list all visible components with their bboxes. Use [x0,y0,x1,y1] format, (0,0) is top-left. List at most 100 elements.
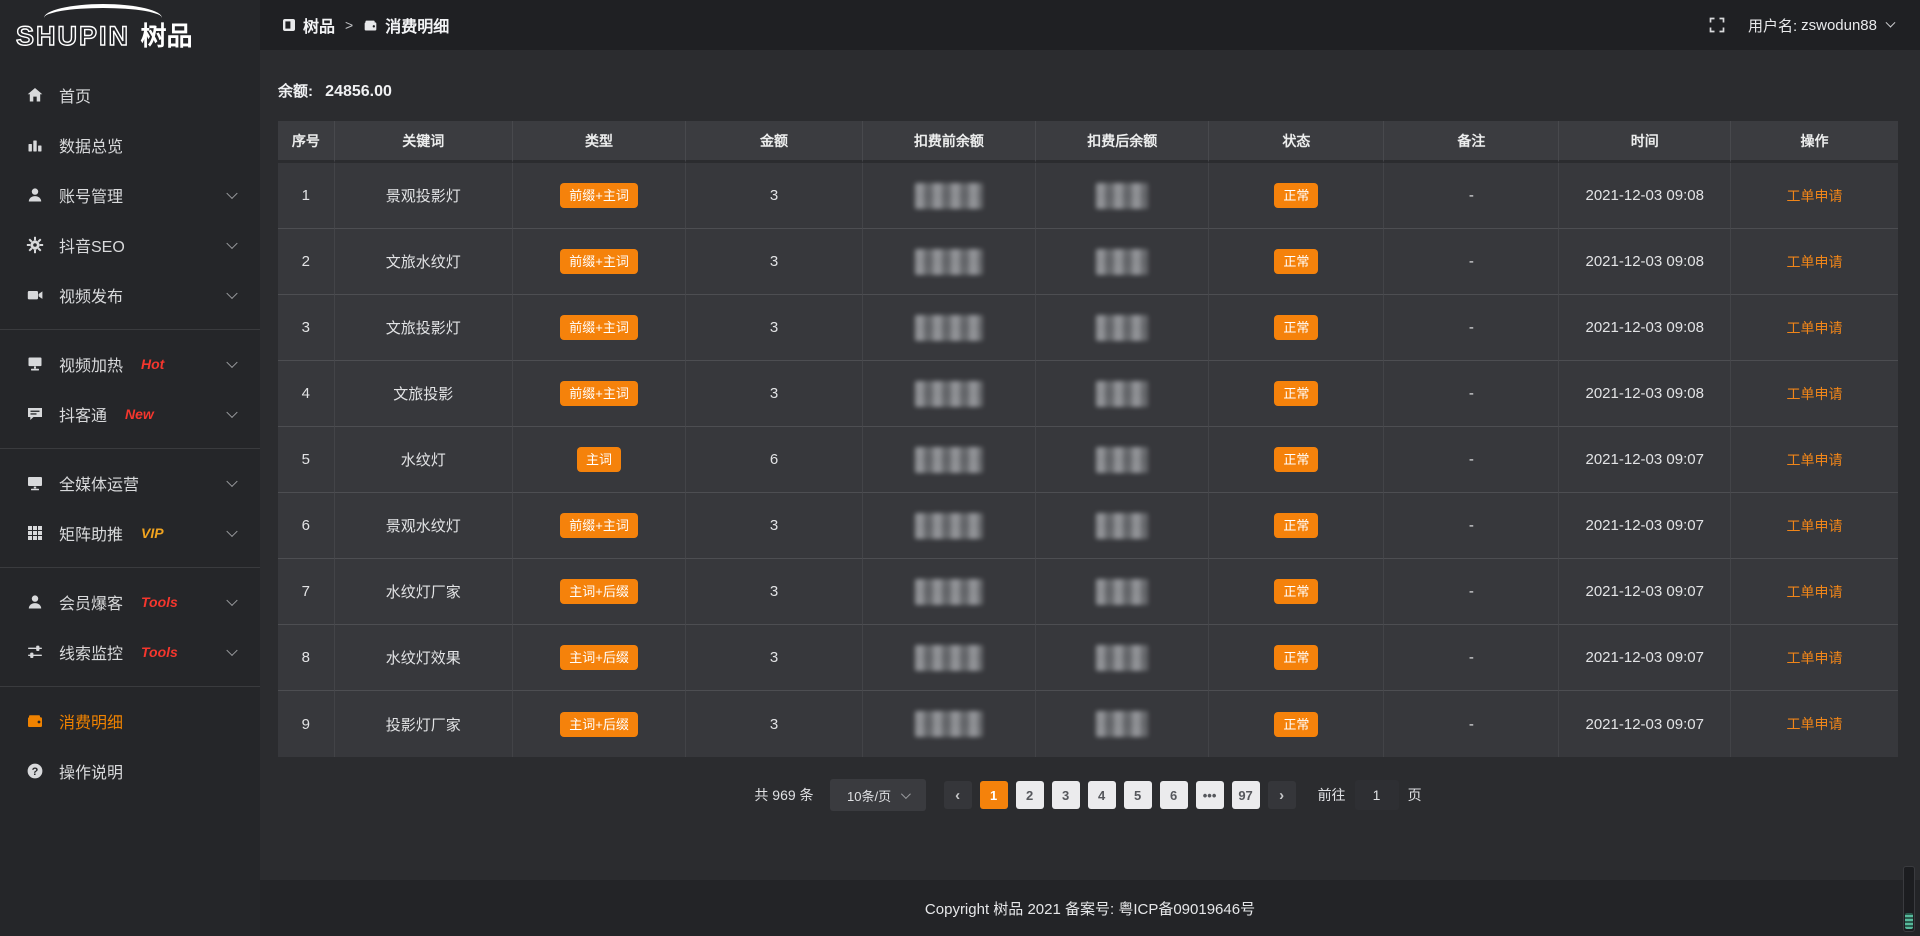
cell-amount: 6 [686,427,863,493]
next-page-button[interactable]: › [1268,781,1296,809]
breadcrumb-home[interactable]: 树品 [282,13,335,37]
ticket-request-link[interactable]: 工单申请 [1787,650,1843,666]
ticket-request-link[interactable]: 工单申请 [1787,320,1843,336]
sidebar-item-all-media[interactable]: 全媒体运营 [0,458,260,508]
page-button-1[interactable]: 1 [980,781,1008,809]
table-row: 7 水纹灯厂家 主词+后缀 3 正常 - 2021-12-03 09:07 工单… [278,559,1898,625]
cell-remark: - [1384,559,1559,625]
cell-balance-before [863,295,1036,361]
user-menu[interactable]: 用户名: zswodun88 [1748,15,1894,36]
cell-status: 正常 [1209,163,1384,229]
chevron-down-icon [226,645,237,656]
cell-keyword: 投影灯厂家 [335,691,513,757]
gear-icon [26,236,44,254]
redacted-value [1096,579,1148,605]
cell-keyword: 景观水纹灯 [335,493,513,559]
sidebar-item-matrix-boost[interactable]: 矩阵助推 VIP [0,508,260,558]
breadcrumb: 树品 > 消费明细 [282,13,449,37]
cell-balance-after [1036,559,1209,625]
ticket-request-link[interactable]: 工单申请 [1787,386,1843,402]
page-button-2[interactable]: 2 [1016,781,1044,809]
ticket-request-link[interactable]: 工单申请 [1787,716,1843,732]
sidebar-item-video-publish[interactable]: 视频发布 [0,270,260,320]
sidebar-item-instructions[interactable]: ? 操作说明 [0,746,260,796]
username-label: 用户名: [1748,15,1797,36]
status-badge: 正常 [1274,513,1318,538]
cell-time: 2021-12-03 09:07 [1559,493,1731,559]
cell-amount: 3 [686,691,863,757]
logo: SHUPIN 树品 [0,0,260,58]
sidebar-item-label: 会员爆客 [59,590,123,614]
col-header-keyword: 关键词 [335,121,513,163]
page-button-3[interactable]: 3 [1052,781,1080,809]
sidebar-item-home[interactable]: 首页 [0,70,260,120]
cell-time: 2021-12-03 09:07 [1559,559,1731,625]
cell-remark: - [1384,229,1559,295]
cell-status: 正常 [1209,625,1384,691]
cell-remark: - [1384,295,1559,361]
page-button-4[interactable]: 4 [1088,781,1116,809]
cell-action: 工单申请 [1731,295,1898,361]
redacted-value [1096,447,1148,473]
cell-type: 前缀+主词 [513,361,686,427]
col-header-status: 状态 [1209,121,1384,163]
scrollbar[interactable] [1903,866,1915,932]
fullscreen-icon[interactable] [1708,16,1726,34]
cell-action: 工单申请 [1731,361,1898,427]
type-badge: 主词 [577,447,621,472]
footer: Copyright 树品 2021 备案号: 粤ICP备09019646号 [260,880,1920,936]
redacted-value [915,381,983,407]
sidebar-item-label: 视频发布 [59,283,123,307]
page-size-select[interactable]: 10条/页 [830,779,926,811]
cell-remark: - [1384,361,1559,427]
grid-icon [26,524,44,542]
cell-action: 工单申请 [1731,229,1898,295]
sidebar-divider [0,448,260,449]
page-button-5[interactable]: 5 [1124,781,1152,809]
cell-amount: 3 [686,361,863,427]
more-pages-button[interactable]: ••• [1196,781,1224,809]
cell-balance-after [1036,691,1209,757]
sidebar-item-member-burst[interactable]: 会员爆客 Tools [0,577,260,627]
page-button-97[interactable]: 97 [1232,781,1260,809]
sidebar-item-consumption-detail[interactable]: 消费明细 [0,696,260,746]
table-row: 1 景观投影灯 前缀+主词 3 正常 - 2021-12-03 09:08 工单… [278,163,1898,229]
cell-action: 工单申请 [1731,559,1898,625]
cell-balance-after [1036,361,1209,427]
col-header-balance-before: 扣费前余额 [863,121,1036,163]
status-badge: 正常 [1274,447,1318,472]
chevron-down-icon [901,789,911,799]
redacted-value [1096,315,1148,341]
cell-balance-before [863,691,1036,757]
page-button-6[interactable]: 6 [1160,781,1188,809]
bar-chart-icon [26,136,44,154]
sidebar-item-video-heat[interactable]: 视频加热 Hot [0,339,260,389]
prev-page-button[interactable]: ‹ [944,781,972,809]
sidebar-item-label: 矩阵助推 [59,521,123,545]
cell-status: 正常 [1209,295,1384,361]
chevron-down-icon [226,238,237,249]
redacted-value [1096,183,1148,209]
redacted-value [915,315,983,341]
chat-bubble-icon [26,405,44,423]
breadcrumb-current[interactable]: 消费明细 [363,13,449,37]
sidebar-item-lead-monitor[interactable]: 线索监控 Tools [0,627,260,677]
cell-balance-after [1036,295,1209,361]
ticket-request-link[interactable]: 工单申请 [1787,518,1843,534]
main-content: 余额: 24856.00 序号 关键词 类型 金额 扣费前余额 扣费后余额 状态… [260,50,1920,811]
ticket-request-link[interactable]: 工单申请 [1787,584,1843,600]
sidebar-item-douketong[interactable]: 抖客通 New [0,389,260,439]
ticket-request-link[interactable]: 工单申请 [1787,452,1843,468]
cell-balance-before [863,361,1036,427]
svg-text:?: ? [32,766,39,778]
cell-keyword: 文旅投影灯 [335,295,513,361]
goto-page-input[interactable] [1355,780,1399,810]
ticket-request-link[interactable]: 工单申请 [1787,254,1843,270]
cell-remark: - [1384,493,1559,559]
sidebar-item-label: 首页 [59,83,91,107]
sidebar-item-douyin-seo[interactable]: 抖音SEO [0,220,260,270]
sidebar-item-data-overview[interactable]: 数据总览 [0,120,260,170]
ticket-request-link[interactable]: 工单申请 [1787,188,1843,204]
sidebar-item-account-mgmt[interactable]: 账号管理 [0,170,260,220]
cell-no: 6 [278,493,335,559]
